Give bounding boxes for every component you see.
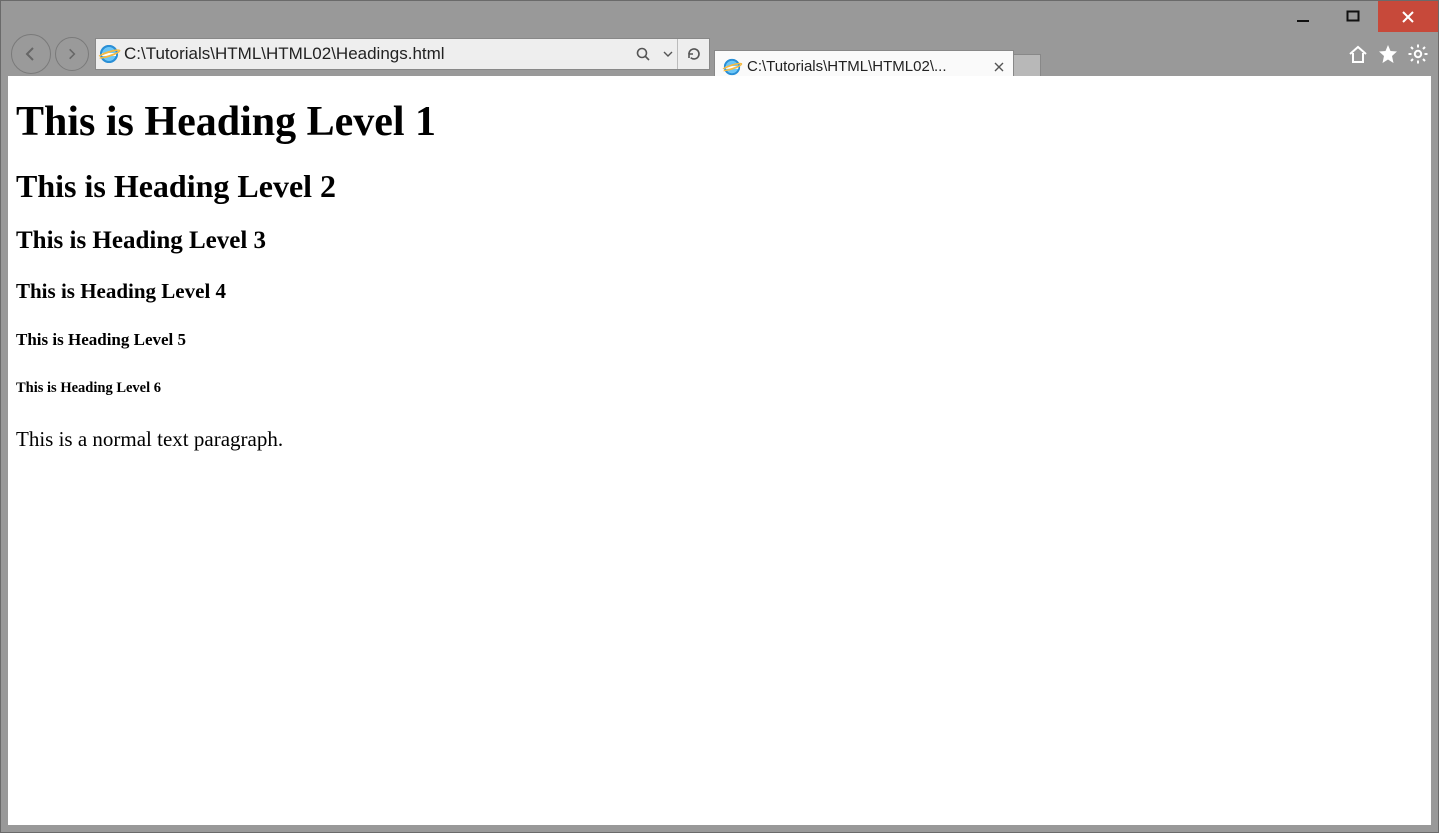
window-titlebar — [1, 1, 1438, 32]
ie-icon — [100, 45, 118, 63]
window-maximize-button[interactable] — [1328, 1, 1378, 32]
page-viewport: This is Heading Level 1 This is Heading … — [8, 76, 1431, 825]
heading-4: This is Heading Level 4 — [16, 279, 1423, 304]
nav-back-button[interactable] — [11, 34, 51, 74]
home-button[interactable] — [1346, 42, 1370, 66]
address-favicon — [96, 39, 122, 69]
address-search-dropdown[interactable] — [659, 39, 677, 69]
ie-icon — [724, 58, 740, 74]
window-minimize-button[interactable] — [1278, 1, 1328, 32]
toolbar-right — [1346, 42, 1430, 66]
arrow-right-icon — [65, 47, 79, 61]
heading-2: This is Heading Level 2 — [16, 168, 1423, 205]
tab-strip: C:\Tutorials\HTML\HTML02\... — [714, 32, 1041, 76]
gear-icon — [1407, 43, 1429, 65]
address-search-button[interactable] — [627, 39, 659, 69]
arrow-left-icon — [22, 45, 40, 63]
home-icon — [1347, 43, 1369, 65]
heading-3: This is Heading Level 3 — [16, 227, 1423, 255]
refresh-icon — [686, 46, 702, 62]
close-icon — [994, 62, 1004, 72]
chevron-down-icon — [663, 49, 673, 59]
refresh-button[interactable] — [677, 39, 709, 69]
tools-button[interactable] — [1406, 42, 1430, 66]
heading-6: This is Heading Level 6 — [16, 380, 1423, 397]
page-content: This is Heading Level 1 This is Heading … — [8, 76, 1431, 474]
browser-navbar: C:\Tutorials\HTML\HTML02\... — [1, 32, 1438, 76]
tab-close-button[interactable] — [991, 59, 1007, 75]
nav-forward-button[interactable] — [55, 37, 89, 71]
paragraph: This is a normal text paragraph. — [16, 427, 1423, 452]
address-bar — [95, 38, 710, 70]
star-icon — [1377, 43, 1399, 65]
address-input[interactable] — [122, 44, 627, 64]
maximize-icon — [1346, 10, 1360, 24]
tab-title: C:\Tutorials\HTML\HTML02\... — [747, 58, 985, 75]
heading-5: This is Heading Level 5 — [16, 330, 1423, 350]
search-icon — [635, 46, 651, 62]
favorites-button[interactable] — [1376, 42, 1400, 66]
minimize-icon — [1296, 10, 1310, 24]
heading-1: This is Heading Level 1 — [16, 98, 1423, 146]
window-close-button[interactable] — [1378, 1, 1438, 32]
close-icon — [1401, 10, 1415, 24]
